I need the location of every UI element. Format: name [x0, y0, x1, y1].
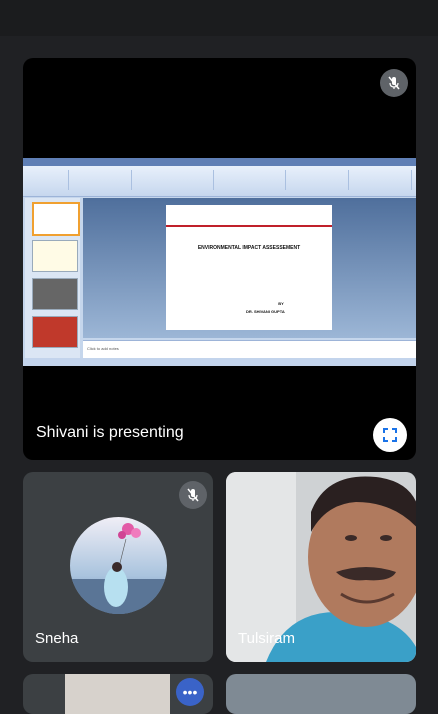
- more-options-button[interactable]: •••: [176, 678, 204, 706]
- avatar: [70, 517, 167, 614]
- participant-tile-sneha[interactable]: Sneha: [23, 472, 213, 662]
- participant-name: Tulsiram: [238, 630, 295, 647]
- presentation-tile[interactable]: ENVIRONMENTAL IMPACT ASSESSEMENT BY DR. …: [23, 58, 416, 460]
- ppt-ribbon: [23, 166, 416, 197]
- screen-share-content: ENVIRONMENTAL IMPACT ASSESSEMENT BY DR. …: [23, 158, 416, 366]
- fullscreen-icon: [383, 428, 397, 442]
- mic-off-icon: [380, 69, 408, 97]
- top-bar: [0, 0, 438, 36]
- slide: ENVIRONMENTAL IMPACT ASSESSEMENT BY DR. …: [166, 205, 332, 330]
- participant-tile[interactable]: [226, 674, 416, 714]
- slide-title: ENVIRONMENTAL IMPACT ASSESSEMENT: [197, 245, 301, 251]
- participant-tile-tulsiram[interactable]: Tulsiram: [226, 472, 416, 662]
- more-icon: •••: [182, 684, 198, 700]
- notes-pane: Click to add notes: [83, 340, 416, 359]
- slide-canvas: ENVIRONMENTAL IMPACT ASSESSEMENT BY DR. …: [83, 198, 416, 338]
- participant-name: Sneha: [35, 630, 79, 647]
- participant-tile[interactable]: •••: [23, 674, 213, 714]
- ppt-titlebar: [23, 158, 416, 166]
- presenting-label: Shivani is presenting: [36, 424, 184, 441]
- ppt-statusbar: [23, 358, 416, 366]
- slide-author: DR. SHIVANI GUPTA: [246, 309, 285, 314]
- slide-thumbnails: [25, 198, 80, 358]
- notes-placeholder: Click to add notes: [87, 346, 119, 351]
- mic-off-icon: [179, 481, 207, 509]
- fullscreen-button[interactable]: [373, 418, 407, 452]
- slide-by: BY: [278, 301, 284, 306]
